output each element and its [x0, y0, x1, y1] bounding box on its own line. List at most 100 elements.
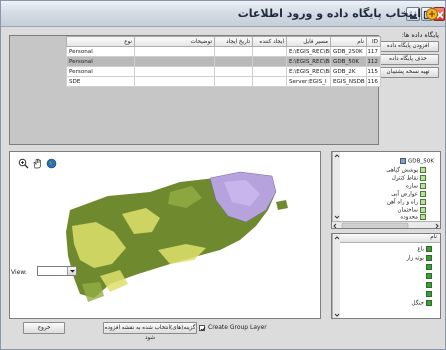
list-item-label: باغ: [417, 246, 424, 253]
create-group-layer-label: Create Group Layer: [208, 324, 267, 331]
checkbox-checked-icon[interactable]: [426, 300, 432, 306]
list-vertical-scrollbar[interactable]: [332, 234, 340, 318]
checkbox-checked-icon[interactable]: [426, 255, 432, 261]
list-item[interactable]: بوته زار: [406, 255, 432, 262]
tree-item-label: راه و راه آهن: [386, 199, 418, 206]
cell-date: [214, 66, 253, 77]
cell-creator: [252, 56, 287, 67]
cell-creator: [252, 76, 287, 87]
table-row[interactable]: 117 GDB_250K E:\EGIS_REC\Bi Personal: [66, 46, 381, 57]
layer-icon: [420, 167, 426, 173]
list-item[interactable]: جنگل: [412, 300, 432, 307]
list-item[interactable]: [424, 273, 432, 280]
title-bar: انتخاب پایگاه داده و ورود اطلاعات: [1, 1, 445, 27]
column-header[interactable]: ایجاد کننده: [252, 36, 287, 47]
database-table: ID نام مسیر فایل ایجاد کننده تاریخ ایجاد…: [9, 35, 381, 145]
cell-id: 117: [366, 46, 381, 57]
column-header[interactable]: نوع: [66, 36, 135, 47]
column-header[interactable]: تاریخ ایجاد: [214, 36, 253, 47]
backup-button[interactable]: تهیه نسخه پشتیبان: [377, 67, 439, 78]
column-header[interactable]: ID: [366, 36, 381, 47]
feature-list: نام باغ بوته زار جنگل: [331, 233, 441, 319]
tree-item-boundary[interactable]: محدوده: [400, 214, 426, 221]
checkbox-checked-icon[interactable]: [199, 324, 206, 331]
list-item-label: بوته زار: [406, 255, 424, 262]
cell-name: GDB_250K: [330, 46, 367, 57]
tree-item-buildings[interactable]: ساختمان: [397, 207, 426, 214]
tree-item-water[interactable]: عوارض آبی: [391, 191, 426, 198]
column-header[interactable]: توضیحات: [134, 36, 215, 47]
column-header[interactable]: مسیر فایل: [286, 36, 331, 47]
layer-icon: [420, 214, 426, 220]
cell-id: 112: [366, 56, 381, 67]
tree-item-structure[interactable]: سازه: [406, 183, 426, 190]
tree-item-label: پوشش گیاهی: [386, 167, 418, 174]
cell-desc: [134, 46, 215, 57]
tree-item-roads[interactable]: راه و راه آهن: [387, 199, 426, 206]
remove-database-button[interactable]: حذف پایگاه داده: [377, 54, 439, 65]
checkbox-checked-icon[interactable]: [426, 246, 432, 252]
chevron-down-icon[interactable]: [67, 267, 76, 275]
tree-item-label: نقاط کنترل: [391, 175, 418, 182]
checkbox-checked-icon[interactable]: [426, 264, 432, 270]
tree-item-label: محدوده: [400, 214, 418, 221]
cell-desc: [134, 76, 215, 87]
cell-type: Personal: [66, 66, 135, 77]
cell-name: GDB_2K: [330, 66, 367, 77]
cell-date: [214, 56, 253, 67]
create-group-layer-checkbox[interactable]: Create Group Layer: [199, 324, 267, 331]
add-database-button[interactable]: افزودن پایگاه داده: [377, 41, 439, 52]
cell-path: Server:EGIS_I: [286, 76, 331, 87]
cell-name: EGIS_NSDB: [330, 76, 367, 87]
window-title: انتخاب پایگاه داده و ورود اطلاعات: [237, 7, 421, 20]
cell-type: Personal: [66, 46, 135, 57]
tree-item-label: عوارض آبی: [391, 191, 418, 198]
cell-path: E:\EGIS_REC\Bi: [286, 56, 331, 67]
cell-path: E:\EGIS_REC\Bi: [286, 46, 331, 57]
cell-date: [214, 46, 253, 57]
cell-name: GDB_50K: [330, 56, 367, 67]
list-item-label: جنگل: [411, 300, 424, 307]
database-icon: [400, 158, 407, 164]
tree-vertical-scrollbar[interactable]: [332, 152, 340, 222]
list-item[interactable]: [424, 282, 432, 289]
list-item[interactable]: [424, 291, 432, 298]
tree-item-label: سازه: [405, 183, 418, 190]
checkbox-checked-icon[interactable]: [426, 291, 432, 297]
cell-creator: [252, 66, 287, 77]
tree-item-control-points[interactable]: نقاط کنترل: [392, 175, 426, 182]
checkbox-checked-icon[interactable]: [426, 282, 432, 288]
table-row-selected[interactable]: 112 GDB_50K E:\EGIS_REC\Bi Personal: [66, 56, 381, 67]
layer-icon: [420, 207, 426, 213]
map-view[interactable]: [9, 151, 321, 319]
checkbox-checked-icon[interactable]: [426, 273, 432, 279]
view-select[interactable]: [37, 266, 77, 276]
view-row: View:: [11, 266, 77, 276]
list-item[interactable]: [424, 264, 432, 271]
exit-button[interactable]: خروج: [23, 322, 65, 334]
list-item[interactable]: باغ: [417, 246, 432, 253]
layer-icon: [420, 183, 426, 189]
list-header: نام: [340, 234, 440, 243]
layer-icon: [420, 199, 426, 205]
layer-icon: [420, 175, 426, 181]
databases-label: پایگاه داده ها:: [401, 31, 439, 39]
add-selected-button[interactable]: گزینه(های)انتخاب شده به نقشه افزوده شود: [103, 322, 197, 341]
region-islet: [276, 200, 288, 210]
tree-item-vegetation[interactable]: پوشش گیاهی: [386, 167, 426, 174]
layer-tree: GDB_50K پوشش گیاهی نقاط کنترل سازه عوارض…: [331, 151, 441, 229]
cell-type: Personal: [66, 56, 135, 67]
tree-horizontal-scrollbar[interactable]: [332, 221, 440, 228]
cell-id: 115: [366, 66, 381, 77]
view-label: View:: [11, 269, 27, 276]
dialog-window: انتخاب پایگاه داده و ورود اطلاعات پایگاه…: [0, 0, 446, 350]
cell-path: E:\EGIS_REC\Bi: [286, 66, 331, 77]
column-header[interactable]: نام: [330, 36, 367, 47]
cell-creator: [252, 46, 287, 57]
table-row[interactable]: 116 EGIS_NSDB Server:EGIS_I SDE: [66, 76, 381, 87]
table-header-row: ID نام مسیر فایل ایجاد کننده تاریخ ایجاد…: [66, 36, 381, 47]
region-green-small: [82, 282, 104, 302]
cell-id: 116: [366, 76, 381, 87]
table-row[interactable]: 115 GDB_2K E:\EGIS_REC\Bi Personal: [66, 66, 381, 77]
tree-root-item[interactable]: GDB_50K: [398, 158, 434, 165]
